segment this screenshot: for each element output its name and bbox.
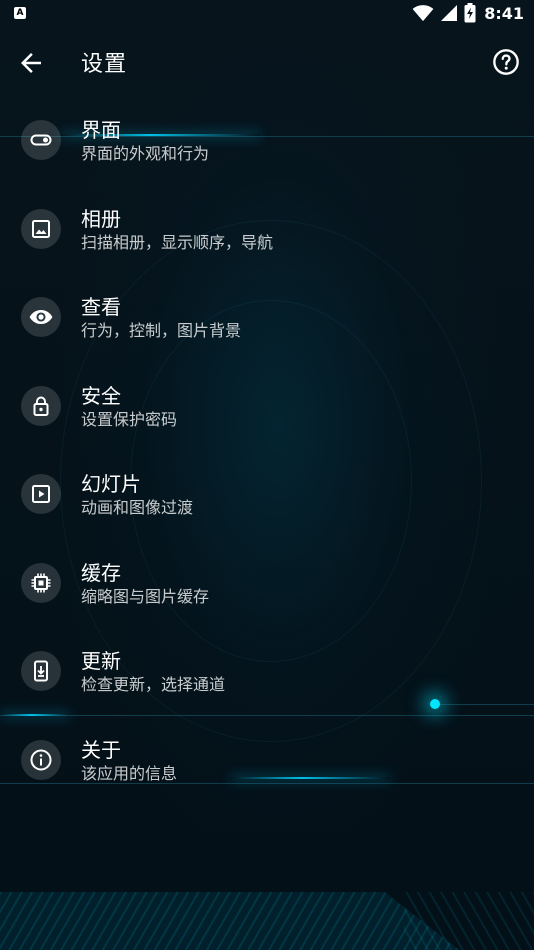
bg-grid-floor-right bbox=[404, 892, 534, 950]
settings-item-title: 相册 bbox=[81, 206, 121, 231]
chip-icon bbox=[21, 562, 61, 603]
settings-item-subtitle: 缩略图与图片缓存 bbox=[81, 586, 210, 606]
settings-item-album[interactable]: 相册 扫描相册，显示顺序，导航 bbox=[0, 185, 534, 274]
settings-item-subtitle: 该应用的信息 bbox=[81, 763, 178, 783]
settings-item-update[interactable]: 更新 检查更新，选择通道 bbox=[0, 627, 534, 716]
help-circle-icon bbox=[493, 49, 519, 75]
page-title: 设置 bbox=[81, 52, 128, 77]
settings-item-view[interactable]: 查看 行为，控制，图片背景 bbox=[0, 273, 534, 362]
clock-time: 8:41 bbox=[484, 3, 524, 23]
help-button[interactable] bbox=[492, 48, 520, 76]
settings-item-interface[interactable]: 界面 界面的外观和行为 bbox=[0, 96, 534, 185]
back-button[interactable] bbox=[16, 48, 46, 78]
notification-badge-icon: A bbox=[14, 7, 26, 19]
settings-item-cache[interactable]: 缓存 缩略图与图片缓存 bbox=[0, 539, 534, 628]
settings-item-subtitle: 界面的外观和行为 bbox=[81, 144, 210, 163]
settings-item-title: 缓存 bbox=[81, 560, 121, 585]
settings-item-title: 更新 bbox=[81, 649, 121, 673]
settings-item-title: 安全 bbox=[81, 383, 121, 408]
lock-icon bbox=[21, 385, 61, 426]
settings-item-title: 幻灯片 bbox=[81, 472, 141, 496]
toggle-icon bbox=[21, 120, 61, 160]
eye-icon bbox=[21, 297, 61, 337]
settings-item-security[interactable]: 安全 设置保护密码 bbox=[0, 362, 534, 451]
settings-item-subtitle: 设置保护密码 bbox=[81, 409, 178, 429]
info-icon bbox=[21, 739, 61, 780]
phone-download-icon bbox=[21, 651, 61, 691]
settings-item-title: 查看 bbox=[81, 295, 121, 319]
status-bar: A 8:41 bbox=[0, 0, 534, 28]
wifi-icon bbox=[412, 5, 434, 22]
settings-item-title: 界面 bbox=[81, 118, 121, 142]
settings-item-subtitle: 扫描相册，显示顺序，导航 bbox=[81, 232, 274, 252]
cellular-signal-icon bbox=[441, 5, 458, 21]
slideshow-icon bbox=[21, 474, 61, 514]
settings-item-subtitle: 行为，控制，图片背景 bbox=[81, 321, 242, 340]
settings-item-subtitle: 动画和图像过渡 bbox=[81, 498, 194, 517]
battery-charging-icon bbox=[464, 3, 476, 23]
settings-list: 界面 界面的外观和行为 相册 扫描相册，显示顺序，导航 查看 行为，控制，图片背… bbox=[0, 96, 534, 804]
app-bar: 设置 bbox=[0, 28, 534, 96]
status-icons: 8:41 bbox=[412, 3, 524, 23]
image-icon bbox=[21, 208, 61, 249]
settings-item-slideshow[interactable]: 幻灯片 动画和图像过渡 bbox=[0, 450, 534, 539]
settings-item-title: 关于 bbox=[81, 737, 121, 762]
settings-item-subtitle: 检查更新，选择通道 bbox=[81, 675, 226, 694]
arrow-back-icon bbox=[21, 53, 41, 73]
settings-item-about[interactable]: 关于 该应用的信息 bbox=[0, 716, 534, 805]
